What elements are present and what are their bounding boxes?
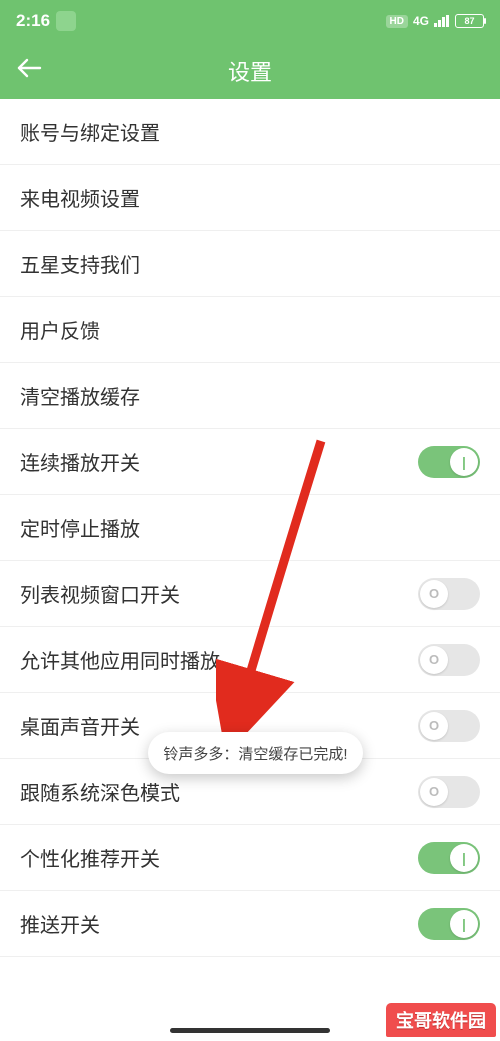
toggle-list-video-window[interactable] <box>418 578 480 610</box>
row-label: 用户反馈 <box>20 315 100 344</box>
row-label: 允许其他应用同时播放 <box>20 645 220 674</box>
hd-badge: HD <box>386 15 408 28</box>
row-timed-stop[interactable]: 定时停止播放 <box>0 495 500 561</box>
status-app-icon <box>56 11 76 31</box>
row-label: 五星支持我们 <box>20 249 140 278</box>
row-five-star[interactable]: 五星支持我们 <box>0 231 500 297</box>
toggle-desktop-sound[interactable] <box>418 710 480 742</box>
row-list-video-window: 列表视频窗口开关 <box>0 561 500 627</box>
row-label: 来电视频设置 <box>20 183 140 212</box>
network-label: 4G <box>413 14 429 28</box>
row-label: 账号与绑定设置 <box>20 117 160 146</box>
toggle-allow-concurrent[interactable] <box>418 644 480 676</box>
toggle-follow-dark[interactable] <box>418 776 480 808</box>
status-time: 2:16 <box>16 11 50 31</box>
row-feedback[interactable]: 用户反馈 <box>0 297 500 363</box>
row-allow-concurrent: 允许其他应用同时播放 <box>0 627 500 693</box>
toggle-continuous-play[interactable] <box>418 446 480 478</box>
home-indicator[interactable] <box>170 1028 330 1033</box>
row-account[interactable]: 账号与绑定设置 <box>0 99 500 165</box>
row-personalized: 个性化推荐开关 <box>0 825 500 891</box>
toggle-push[interactable] <box>418 908 480 940</box>
row-label: 跟随系统深色模式 <box>20 777 180 806</box>
back-button[interactable] <box>16 57 42 85</box>
battery-icon: 87 <box>455 14 484 28</box>
row-label: 桌面声音开关 <box>20 711 140 740</box>
row-label: 个性化推荐开关 <box>20 843 160 872</box>
status-bar: 2:16 HD 4G 87 <box>0 0 500 42</box>
row-clear-cache[interactable]: 清空播放缓存 <box>0 363 500 429</box>
watermark: 宝哥软件园 <box>386 1003 496 1037</box>
row-label: 推送开关 <box>20 909 100 938</box>
back-arrow-icon <box>16 57 42 79</box>
toast: 铃声多多：清空缓存已完成! <box>148 732 363 774</box>
page-title: 设置 <box>228 55 272 87</box>
row-label: 清空播放缓存 <box>20 381 140 410</box>
row-continuous-play: 连续播放开关 <box>0 429 500 495</box>
header: 设置 <box>0 42 500 99</box>
settings-list: 账号与绑定设置 来电视频设置 五星支持我们 用户反馈 清空播放缓存 连续播放开关… <box>0 99 500 957</box>
toggle-personalized[interactable] <box>418 842 480 874</box>
row-label: 定时停止播放 <box>20 513 140 542</box>
signal-icon <box>434 15 450 27</box>
row-push: 推送开关 <box>0 891 500 957</box>
row-label: 连续播放开关 <box>20 447 140 476</box>
row-label: 列表视频窗口开关 <box>20 579 180 608</box>
toast-text: 铃声多多：清空缓存已完成! <box>163 743 347 764</box>
row-incoming-video[interactable]: 来电视频设置 <box>0 165 500 231</box>
